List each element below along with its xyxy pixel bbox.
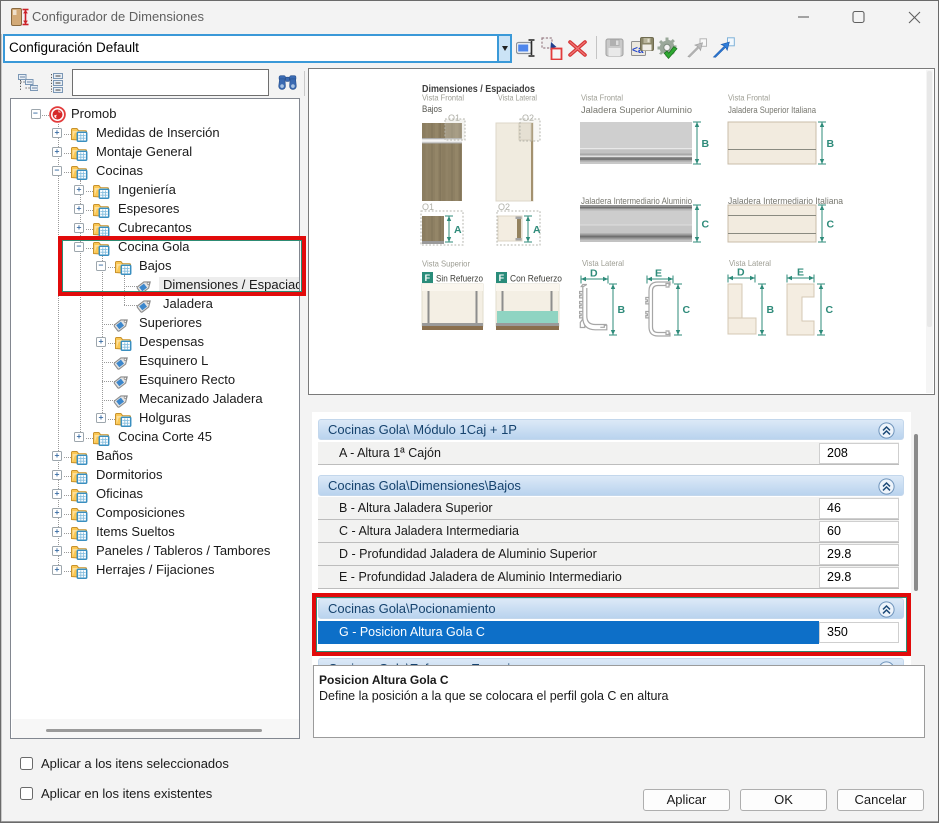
svg-text:Vista Frontal: Vista Frontal (422, 93, 464, 103)
svg-text:B: B (702, 138, 710, 150)
svg-text:C: C (683, 304, 691, 316)
svg-text:Vista Superior: Vista Superior (422, 259, 470, 269)
svg-text:Bajos: Bajos (422, 104, 442, 115)
svg-text:E: E (797, 267, 804, 279)
svg-text:Vista Lateral: Vista Lateral (582, 258, 624, 268)
svg-text:Vista Lateral: Vista Lateral (729, 258, 771, 268)
svg-text:A: A (454, 224, 462, 236)
svg-text:A: A (533, 224, 541, 236)
svg-text:B: B (767, 304, 775, 316)
svg-text:F: F (425, 273, 431, 283)
svg-text:F: F (499, 273, 505, 283)
svg-text:B: B (618, 304, 626, 316)
svg-text:D: D (590, 268, 598, 280)
svg-text:C: C (702, 219, 710, 231)
svg-text:C: C (827, 219, 835, 231)
svg-text:C: C (826, 304, 834, 316)
svg-text:D: D (737, 267, 745, 279)
svg-text:Con Refuerzo: Con Refuerzo (510, 274, 562, 285)
svg-text:Vista Frontal: Vista Frontal (728, 93, 770, 103)
svg-text:B: B (827, 138, 835, 150)
svg-text:E: E (655, 268, 662, 280)
svg-text:Jaladera Superior Italiana: Jaladera Superior Italiana (728, 105, 817, 116)
svg-text:Vista Lateral: Vista Lateral (498, 93, 537, 103)
svg-text:Jaladera Superior Aluminio: Jaladera Superior Aluminio (581, 105, 692, 116)
svg-text:Sin Refuerzo: Sin Refuerzo (436, 274, 483, 285)
svg-text:Vista Frontal: Vista Frontal (581, 93, 623, 103)
